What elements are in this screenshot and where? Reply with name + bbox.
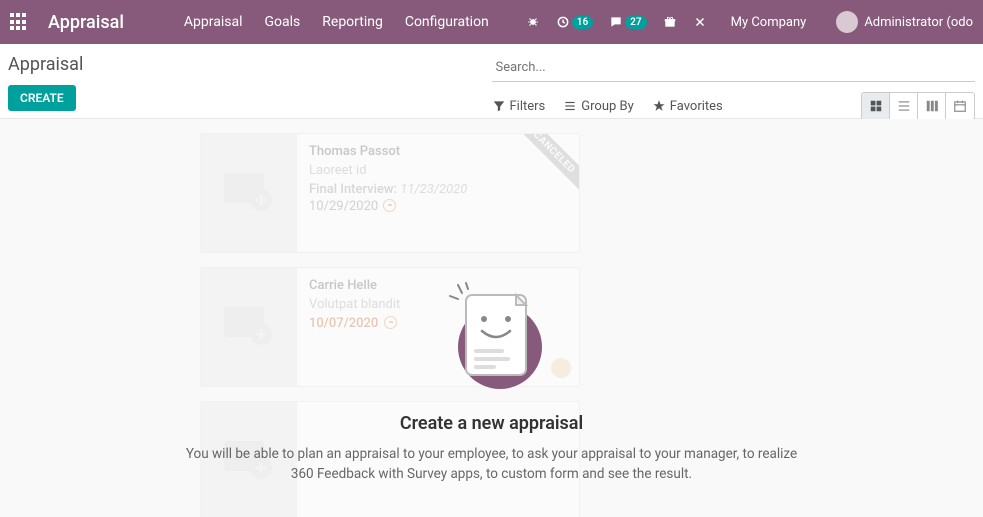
nav-configuration[interactable]: Configuration — [405, 14, 489, 30]
create-button[interactable]: CREATE — [8, 85, 76, 111]
filters-button[interactable]: Filters — [492, 99, 546, 114]
apps-icon[interactable] — [10, 13, 28, 31]
card-subtitle: Laoreet id — [309, 163, 467, 178]
kanban-content: Thomas Passot Laoreet id Final Interview… — [0, 119, 983, 517]
search-box[interactable] — [492, 54, 976, 82]
systray: 16 27 My Company Administrator (odo — [526, 11, 973, 33]
company-switcher[interactable]: My Company — [731, 15, 807, 30]
calendar-view-button[interactable] — [946, 93, 974, 119]
kanban-card[interactable]: Thomas Passot Laoreet id Final Interview… — [200, 133, 580, 253]
activities-icon[interactable]: 16 — [556, 15, 593, 29]
bug-icon[interactable] — [526, 15, 540, 29]
kanban-card[interactable]: Carrie Helle Volutpat blandit 10/07/2020 — [200, 267, 580, 387]
nav-reporting[interactable]: Reporting — [322, 14, 383, 30]
status-ribbon: CANCELED — [509, 133, 580, 197]
topbar: Appraisal Appraisal Goals Reporting Conf… — [0, 0, 983, 44]
messages-badge: 27 — [625, 16, 646, 29]
clock-icon — [383, 199, 396, 212]
nav-goals[interactable]: Goals — [265, 14, 301, 30]
avatar — [836, 11, 858, 33]
kanban-view-button[interactable] — [862, 93, 890, 119]
favorites-button[interactable]: Favorites — [652, 99, 723, 114]
card-image — [201, 268, 297, 386]
nav-menu: Appraisal Goals Reporting Configuration — [184, 14, 489, 30]
nav-appraisal[interactable]: Appraisal — [184, 14, 243, 30]
star-icon — [652, 99, 666, 113]
gift-icon[interactable] — [663, 15, 677, 29]
assignee-avatar — [551, 358, 571, 378]
control-panel: Appraisal CREATE Filters Group By Favori… — [0, 44, 983, 119]
groupby-button[interactable]: Group By — [563, 99, 634, 114]
activities-badge: 16 — [572, 16, 593, 29]
list-icon — [563, 99, 577, 113]
list-view-button[interactable] — [890, 93, 918, 119]
card-image — [201, 402, 297, 517]
app-title: Appraisal — [48, 12, 124, 33]
search-input[interactable] — [492, 58, 976, 77]
card-name: Thomas Passot — [309, 144, 467, 159]
view-switcher — [861, 92, 975, 120]
breadcrumb: Appraisal — [8, 54, 492, 75]
messages-icon[interactable]: 27 — [609, 15, 646, 29]
card-image — [201, 134, 297, 252]
close-icon[interactable] — [693, 15, 707, 29]
kanban-card[interactable] — [200, 401, 580, 517]
card-subtitle: Volutpat blandit — [309, 297, 400, 312]
card-name: Carrie Helle — [309, 278, 400, 293]
user-menu[interactable]: Administrator (odo — [836, 11, 973, 33]
user-name: Administrator (odo — [864, 15, 973, 30]
funnel-icon — [492, 99, 506, 113]
activity-view-button[interactable] — [918, 93, 946, 119]
clock-icon — [384, 316, 397, 329]
